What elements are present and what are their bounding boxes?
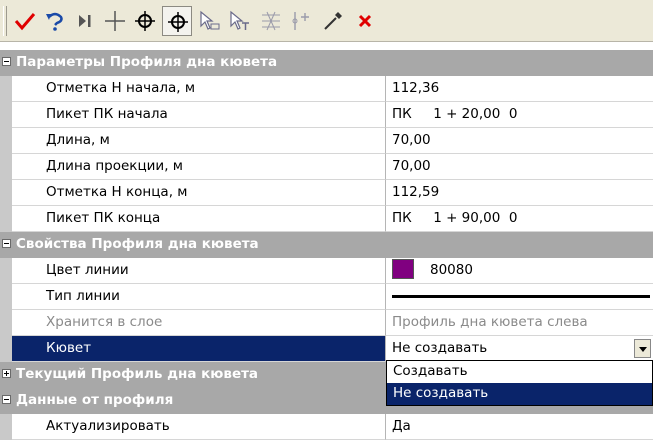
category-title: Данные от профиля <box>16 392 174 408</box>
row-gutter <box>0 258 12 284</box>
property-name: Хранится в слое <box>12 310 386 336</box>
target-button[interactable] <box>130 6 160 36</box>
color-code: 80080 <box>430 262 473 278</box>
snap-grid-icon <box>262 11 280 31</box>
close-button[interactable] <box>350 6 380 36</box>
property-row[interactable]: Отметка Н начала, м 112,36 <box>0 76 653 102</box>
category-title: Параметры Профиля дна кювета <box>16 54 278 70</box>
apply-check-icon <box>14 13 36 31</box>
select-text-icon <box>230 10 249 30</box>
property-name: Пикет ПК конца <box>12 206 386 232</box>
undo-arrow-icon <box>46 12 63 31</box>
line-type-sample <box>392 295 650 298</box>
target-circle-icon <box>135 11 155 31</box>
line-color-value[interactable]: 80080 <box>386 258 653 284</box>
apply-button[interactable] <box>10 6 40 36</box>
row-gutter <box>0 284 12 310</box>
undo-button[interactable] <box>40 6 70 36</box>
property-row[interactable]: Пикет ПК начала ПК 1 + 20,00 0 <box>0 102 653 128</box>
property-value[interactable]: 112,59 <box>386 180 653 206</box>
crosshair-plus-icon <box>105 11 125 31</box>
property-row[interactable]: Отметка Н конца, м 112,59 <box>0 180 653 206</box>
property-row[interactable]: Тип линии <box>0 284 653 310</box>
dropdown-option-selected[interactable]: Не создавать <box>387 383 652 405</box>
combo-value: Не создавать <box>392 340 488 356</box>
property-row: Хранится в слое Профиль дна кювета слева <box>0 310 653 336</box>
property-row-selected[interactable]: Кювет Не создавать <box>0 336 653 362</box>
row-gutter <box>0 102 12 128</box>
row-gutter <box>0 180 12 206</box>
row-gutter <box>0 76 12 102</box>
property-name: Пикет ПК начала <box>12 102 386 128</box>
collapse-minus-icon[interactable] <box>2 57 11 66</box>
property-row[interactable]: Пикет ПК конца ПК 1 + 90,00 0 <box>0 206 653 232</box>
pipette-icon <box>324 12 342 30</box>
property-value[interactable]: ПК 1 + 20,00 0 <box>386 102 653 128</box>
row-gutter <box>0 128 12 154</box>
property-row[interactable]: Актуализировать Да <box>0 414 653 440</box>
collapse-minus-icon[interactable] <box>2 395 11 404</box>
row-gutter <box>0 310 12 336</box>
expand-plus-icon[interactable] <box>2 369 11 378</box>
row-gutter <box>0 154 12 180</box>
row-gutter <box>0 336 12 362</box>
property-value[interactable]: 70,00 <box>386 128 653 154</box>
row-gutter <box>0 414 12 440</box>
category-title: Текущий Профиль дна кювета <box>16 366 259 382</box>
property-value[interactable]: ПК 1 + 90,00 0 <box>386 206 653 232</box>
category-profile-parameters[interactable]: Параметры Профиля дна кювета <box>0 50 653 76</box>
toolbar-grip[interactable] <box>3 6 7 36</box>
close-icon <box>358 14 372 28</box>
collapse-minus-icon[interactable] <box>2 239 11 248</box>
property-name: Цвет линии <box>12 258 386 284</box>
property-name: Кювет <box>12 336 386 362</box>
target-circle-pressed-icon <box>168 12 188 32</box>
select-text-button[interactable] <box>224 6 254 36</box>
property-value[interactable]: 112,36 <box>386 76 653 102</box>
target-pressed-button[interactable] <box>162 6 192 36</box>
category-profile-properties[interactable]: Свойства Профиля дна кювета <box>0 232 653 258</box>
chevron-down-icon[interactable] <box>634 339 651 358</box>
category-title: Свойства Профиля дна кювета <box>16 236 259 252</box>
line-type-value[interactable] <box>386 284 653 310</box>
snap-grid-button[interactable] <box>256 6 286 36</box>
step-end-icon <box>79 15 91 27</box>
property-value[interactable]: Да <box>386 414 653 440</box>
property-name: Тип линии <box>12 284 386 310</box>
select-object-icon <box>200 10 220 30</box>
select-object-button[interactable] <box>194 6 224 36</box>
color-swatch <box>392 258 414 279</box>
ditch-dropdown-list[interactable]: Создавать Не создавать <box>386 360 653 406</box>
pipette-button[interactable] <box>318 6 348 36</box>
property-row[interactable]: Длина, м 70,00 <box>0 128 653 154</box>
property-name: Отметка Н конца, м <box>12 180 386 206</box>
property-row[interactable]: Длина проекции, м 70,00 <box>0 154 653 180</box>
property-name: Длина проекции, м <box>12 154 386 180</box>
crosshair-button[interactable] <box>100 6 130 36</box>
step-end-button[interactable] <box>70 6 100 36</box>
property-row[interactable]: Цвет линии 80080 <box>0 258 653 284</box>
row-gutter <box>0 206 12 232</box>
toolbar <box>0 0 653 42</box>
dropdown-option[interactable]: Создавать <box>387 361 652 383</box>
property-value[interactable]: 70,00 <box>386 154 653 180</box>
ditch-combo[interactable]: Не создавать <box>386 336 653 362</box>
property-value: Профиль дна кювета слева <box>386 310 653 336</box>
property-name: Длина, м <box>12 128 386 154</box>
dimension-icon <box>292 12 309 30</box>
dimension-button[interactable] <box>286 6 316 36</box>
property-name: Актуализировать <box>12 414 386 440</box>
property-name: Отметка Н начала, м <box>12 76 386 102</box>
